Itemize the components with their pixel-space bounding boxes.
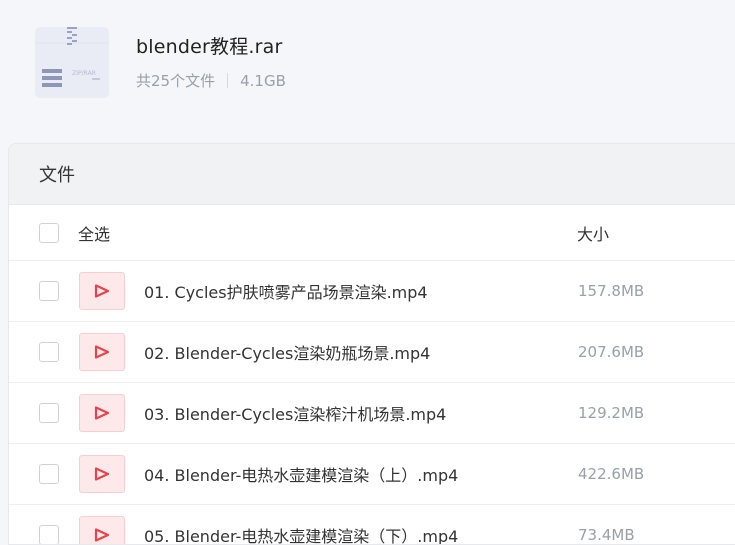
file-row[interactable]: 02. Blender-Cycles渲染奶瓶场景.mp4 207.6MB — [9, 322, 735, 383]
select-all-label[interactable]: 全选 — [78, 221, 110, 245]
file-checkbox[interactable] — [39, 464, 59, 484]
file-name[interactable]: 04. Blender-电热水壶建模渲染（上）.mp4 — [144, 462, 458, 486]
file-checkbox[interactable] — [39, 403, 59, 423]
video-file-icon — [79, 272, 125, 310]
meta-divider — [227, 73, 229, 88]
file-checkbox[interactable] — [39, 525, 59, 544]
file-size: 422.6MB — [578, 465, 645, 483]
video-file-icon — [79, 333, 125, 371]
panel-title: 文件 — [9, 144, 735, 205]
video-file-icon — [79, 394, 125, 432]
file-row[interactable]: 03. Blender-Cycles渲染榨汁机场景.mp4 129.2MB — [9, 383, 735, 444]
file-name[interactable]: 02. Blender-Cycles渲染奶瓶场景.mp4 — [144, 340, 430, 364]
file-size: 207.6MB — [578, 343, 645, 361]
archive-title: blender教程.rar — [136, 36, 283, 58]
archive-header: ZIP/RAR blender教程.rar 共25个文件 4.1GB — [0, 0, 735, 140]
total-size: 4.1GB — [240, 71, 286, 90]
file-size: 157.8MB — [578, 282, 645, 300]
archive-meta: 共25个文件 4.1GB — [136, 70, 286, 91]
file-checkbox[interactable] — [39, 281, 59, 301]
file-row[interactable]: 05. Blender-电热水壶建模渲染（下）.mp4 73.4MB — [9, 505, 735, 544]
file-size: 129.2MB — [578, 404, 645, 422]
column-header: 全选 大小 — [9, 205, 735, 261]
file-row[interactable]: 04. Blender-电热水壶建模渲染（上）.mp4 422.6MB — [9, 444, 735, 505]
file-name[interactable]: 05. Blender-电热水壶建模渲染（下）.mp4 — [144, 523, 458, 544]
select-all-checkbox[interactable] — [39, 222, 59, 243]
file-size: 73.4MB — [578, 526, 635, 544]
size-column-header: 大小 — [577, 224, 610, 244]
archive-file-icon: ZIP/RAR — [34, 23, 110, 99]
file-list-panel: 文件 全选 大小 01. Cycles护肤喷雾产品场景渲染.mp4 157.8MB… — [8, 143, 735, 545]
file-name[interactable]: 03. Blender-Cycles渲染榨汁机场景.mp4 — [144, 401, 446, 425]
video-file-icon — [79, 516, 125, 544]
archive-icon-text: ZIP/RAR — [72, 70, 96, 77]
file-checkbox[interactable] — [39, 342, 59, 362]
file-row[interactable]: 01. Cycles护肤喷雾产品场景渲染.mp4 157.8MB — [9, 261, 735, 322]
file-name[interactable]: 01. Cycles护肤喷雾产品场景渲染.mp4 — [144, 279, 428, 303]
file-count: 共25个文件 — [136, 72, 216, 90]
video-file-icon — [79, 455, 125, 493]
